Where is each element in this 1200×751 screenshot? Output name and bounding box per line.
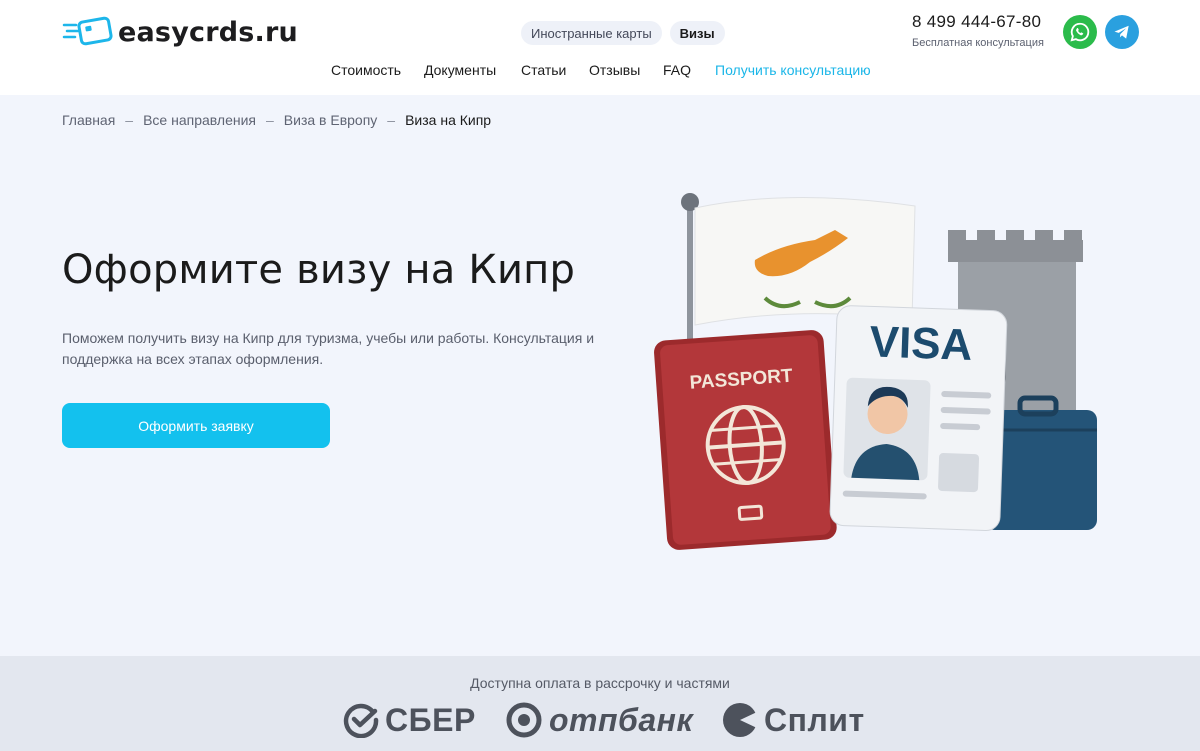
split-logo-text: Сплит bbox=[764, 701, 865, 738]
hero-section: Главная – Все направления – Виза в Европу – Ви… bbox=[0, 95, 1200, 656]
whatsapp-icon bbox=[1070, 22, 1090, 42]
nav-documents[interactable]: Документы bbox=[424, 62, 496, 78]
breadcrumb-separator: – bbox=[387, 112, 396, 128]
breadcrumb-separator: – bbox=[125, 112, 134, 128]
hero-description: Поможем получить визу на Кипр для туризм… bbox=[62, 330, 595, 367]
sber-logo-text: СБЕР bbox=[385, 701, 476, 738]
telegram-button[interactable] bbox=[1105, 15, 1139, 49]
breadcrumb-home[interactable]: Главная bbox=[62, 112, 115, 128]
split-logo-icon bbox=[723, 703, 757, 737]
site-header: easycrds.ru Иностранные карты Визы 8 499… bbox=[0, 0, 1200, 95]
breadcrumb-current: Виза на Кипр bbox=[405, 112, 492, 128]
phone-caption: Бесплатная консультация bbox=[912, 37, 1044, 49]
phone-number[interactable]: 8 499 444-67-80 bbox=[912, 12, 1041, 32]
telegram-icon bbox=[1114, 25, 1129, 39]
top-tabs: Иностранные карты Визы bbox=[521, 21, 725, 45]
otp-logo-icon bbox=[506, 702, 542, 738]
split-logo: Сплит bbox=[722, 700, 865, 740]
nav-reviews[interactable]: Отзывы bbox=[589, 62, 640, 78]
visa-illustration: PASSPORT VISA bbox=[654, 193, 1097, 550]
breadcrumb-europe-visa[interactable]: Виза в Европу bbox=[284, 112, 378, 128]
nav-faq[interactable]: FAQ bbox=[663, 62, 691, 78]
otp-logo-text: отпбанк bbox=[549, 701, 694, 738]
apply-button[interactable]: Оформить заявку bbox=[62, 403, 330, 448]
nav-get-consultation[interactable]: Получить консультацию bbox=[715, 62, 871, 78]
payment-caption: Доступна оплата в рассрочку и частями bbox=[470, 675, 730, 691]
site-logo[interactable]: easycrds.ru bbox=[62, 16, 298, 48]
page-title: Оформите визу на Кипр bbox=[62, 247, 576, 293]
whatsapp-button[interactable] bbox=[1063, 15, 1097, 49]
payment-options-section: Доступна оплата в рассрочку и частями СБ… bbox=[0, 656, 1200, 751]
breadcrumb: Главная – Все направления – Виза в Европу – Ви… bbox=[62, 112, 491, 128]
otp-logo: отпбанк bbox=[505, 700, 693, 740]
tab-foreign-cards[interactable]: Иностранные карты bbox=[521, 21, 662, 45]
breadcrumb-separator: – bbox=[265, 112, 274, 128]
nav-articles[interactable]: Статьи bbox=[521, 62, 566, 78]
logo-card-icon bbox=[62, 16, 113, 46]
nav-cost[interactable]: Стоимость bbox=[331, 62, 401, 78]
main-nav: Стоимость Документы Статьи Отзывы FAQ По… bbox=[0, 62, 1200, 80]
sber-logo-icon bbox=[343, 703, 379, 738]
visa-label: VISA bbox=[869, 317, 973, 370]
sber-logo: СБЕР bbox=[343, 700, 476, 740]
tab-visas[interactable]: Визы bbox=[669, 21, 725, 45]
breadcrumb-all-directions[interactable]: Все направления bbox=[143, 112, 256, 128]
logo-text: easycrds.ru bbox=[118, 16, 298, 48]
